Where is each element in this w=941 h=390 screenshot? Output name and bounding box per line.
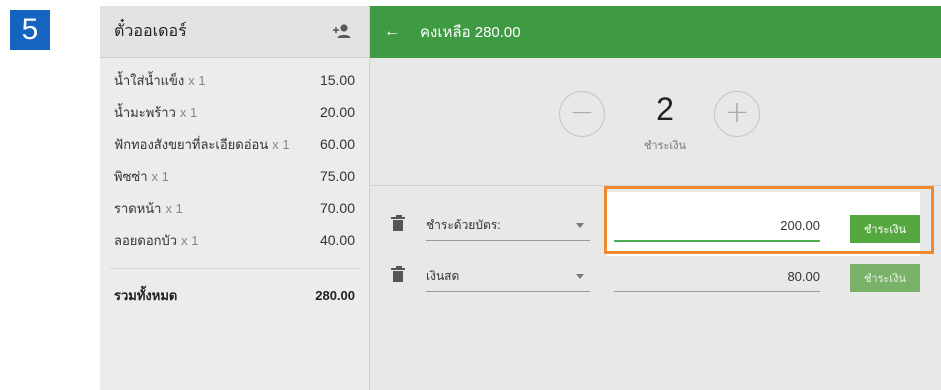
order-item-name: ราดหน้า	[114, 200, 162, 216]
order-ticket-panel: ตั๋วออเดอร์ น้ำใส่น้ำแข็ง x 1 15.00 น้ำมะ…	[100, 6, 370, 390]
increase-split-button[interactable]: +	[714, 91, 760, 137]
add-person-icon[interactable]	[331, 23, 353, 41]
payment-method-select[interactable]: เงินสด	[426, 261, 590, 292]
order-ticket-header: ตั๋วออเดอร์	[100, 6, 369, 58]
order-item-name: น้ำใส่น้ำแข็ง	[114, 72, 185, 88]
split-count: 2	[656, 91, 674, 127]
order-item-price: 40.00	[319, 232, 355, 248]
order-item-price: 20.00	[319, 104, 355, 120]
order-item[interactable]: น้ำมะพร้าว x 1 20.00	[100, 96, 369, 128]
order-item[interactable]: ลอยดอกบัว x 1 40.00	[100, 224, 369, 256]
order-item-price: 75.00	[319, 168, 355, 184]
trash-icon[interactable]	[391, 266, 405, 282]
split-count-label: ชำระเงิน	[643, 140, 687, 152]
back-arrow-icon[interactable]: ←	[384, 23, 400, 41]
order-ticket-title: ตั๋วออเดอร์	[114, 23, 187, 40]
step-number-badge: 5	[10, 10, 50, 50]
order-item-qty: x 1	[181, 232, 199, 248]
payment-amount-input[interactable]	[614, 261, 820, 292]
chevron-down-icon	[576, 273, 584, 279]
order-item-price: 70.00	[319, 200, 355, 216]
payment-method-label: ชำระด้วยบัตร:	[426, 217, 501, 232]
order-total-value: 280.00	[315, 287, 355, 303]
order-item-qty: x 1	[179, 104, 198, 120]
order-item-name: น้ำมะพร้าว	[114, 104, 176, 120]
order-item-name: พิซซ่า	[114, 168, 148, 184]
order-item-qty: x 1	[272, 136, 290, 152]
order-item[interactable]: ฟักทองสังขยาที่ละเอียดอ่อน x 1 60.00	[100, 128, 369, 160]
decrease-split-button[interactable]: −	[559, 91, 605, 137]
order-item[interactable]: พิซซ่า x 1 75.00	[100, 160, 369, 192]
payment-header: ← คงเหลือ 280.00	[370, 6, 941, 58]
order-item[interactable]: น้ำใส่น้ำแข็ง x 1 15.00	[100, 64, 369, 96]
order-item-qty: x 1	[165, 200, 183, 216]
order-total-label: รวมทั้งหมด	[114, 287, 178, 303]
order-item-price: 15.00	[319, 72, 355, 88]
order-item[interactable]: ราดหน้า x 1 70.00	[100, 192, 369, 224]
order-total-row: รวมทั้งหมด 280.00	[100, 279, 369, 311]
payment-method-label: เงินสด	[426, 268, 460, 283]
order-item-name: ลอยดอกบัว	[114, 232, 178, 248]
order-item-list: น้ำใส่น้ำแข็ง x 1 15.00 น้ำมะพร้าว x 1 20.…	[100, 58, 369, 256]
order-item-price: 60.00	[319, 136, 355, 152]
payment-method-select[interactable]: ชำระด้วยบัตร:	[426, 210, 590, 241]
remaining-balance-title: คงเหลือ 280.00	[420, 24, 521, 41]
order-item-qty: x 1	[151, 168, 169, 184]
pay-button[interactable]: ชำระเงิน	[850, 264, 920, 292]
tutorial-highlight-frame	[604, 186, 934, 254]
order-item-qty: x 1	[188, 72, 206, 88]
order-divider	[110, 268, 359, 269]
payment-row: เงินสด ชำระเงิน	[370, 252, 941, 310]
order-item-name: ฟักทองสังขยาที่ละเอียดอ่อน	[114, 136, 269, 152]
split-payment-stepper: − 2 ชำระเงิน +	[370, 58, 941, 186]
chevron-down-icon	[576, 222, 584, 228]
trash-icon[interactable]	[391, 215, 405, 231]
